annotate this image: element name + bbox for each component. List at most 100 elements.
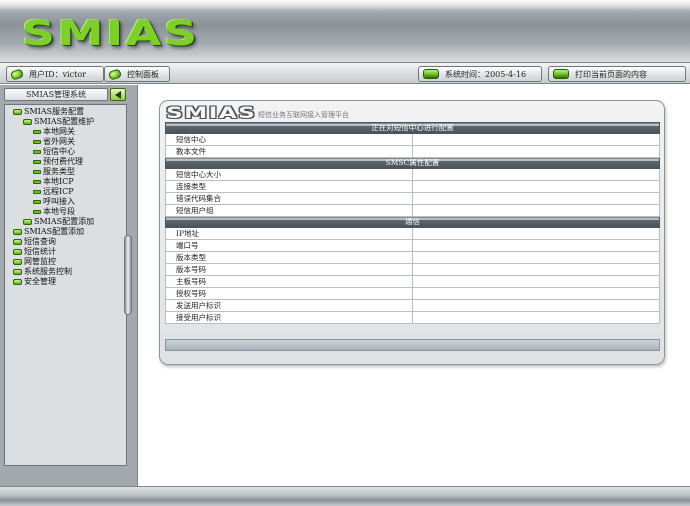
table-row: 短信中心大小 xyxy=(165,168,660,181)
field-value[interactable] xyxy=(412,145,660,158)
arrow-left-icon xyxy=(115,90,121,99)
section-header: 通信 xyxy=(165,216,660,228)
plus-icon xyxy=(13,279,22,285)
section-title: 通信 xyxy=(165,216,660,228)
plus-icon xyxy=(13,249,22,255)
table-row: 教本文件 xyxy=(165,145,660,158)
field-value[interactable] xyxy=(412,227,660,240)
table-row: 端口号 xyxy=(165,239,660,252)
plus-icon xyxy=(13,239,22,245)
tree-item-label: 远程ICP xyxy=(43,187,74,196)
control-panel-label: 控制面板 xyxy=(127,69,159,79)
tree-item[interactable]: 安全管理 xyxy=(13,277,56,287)
plus-icon xyxy=(13,259,22,265)
control-panel-icon xyxy=(107,67,123,81)
field-label: 短信用户组 xyxy=(165,204,413,217)
tree-item[interactable]: 服务类型 xyxy=(33,167,75,177)
table-row: 短信用户组 xyxy=(165,204,660,217)
leaf-icon xyxy=(33,190,41,194)
table-row: 连接类型 xyxy=(165,180,660,193)
plus-icon xyxy=(13,269,22,275)
leaf-icon xyxy=(33,180,41,184)
sidebar-scrollbar[interactable] xyxy=(124,235,132,315)
tree-item[interactable]: SMIAS配置维护 xyxy=(23,117,94,127)
system-time-display: 系统时间：2005-4-16 xyxy=(418,66,542,82)
table-row: 短信中心 xyxy=(165,133,660,146)
main-content: SMIAS 短信业务互联网接入管理平台 正在对短信中心进行配置 短信中心 教本文件 S… xyxy=(139,85,690,486)
table-row: 主板号码 xyxy=(165,275,660,288)
field-value[interactable] xyxy=(412,133,660,146)
field-label: 教本文件 xyxy=(165,145,413,158)
folder-icon xyxy=(23,119,32,125)
table-row: 授权号码 xyxy=(165,287,660,300)
panel-logo: SMIAS xyxy=(166,103,257,122)
table-row: 版本号码 xyxy=(165,263,660,276)
folder-icon xyxy=(23,219,32,225)
bottom-bar xyxy=(0,486,690,506)
sidebar-title: SMIAS管理系统 xyxy=(4,88,108,101)
field-value[interactable] xyxy=(412,204,660,217)
field-value[interactable] xyxy=(412,192,660,205)
clock-icon xyxy=(423,69,439,79)
tree-item[interactable]: 本地网关 xyxy=(33,127,75,137)
field-value[interactable] xyxy=(412,239,660,252)
tree-item-label: SMIAS配置维护 xyxy=(34,117,95,126)
tree-item[interactable]: 本地ICP xyxy=(33,177,74,187)
user-id-display: 用户ID：victor xyxy=(6,66,104,82)
tree-item-label: 本地号段 xyxy=(43,207,75,216)
tree-item[interactable]: 远程ICP xyxy=(33,187,74,197)
tree-item[interactable]: SMIAS配置添加 xyxy=(23,217,94,227)
field-label: 短信中心 xyxy=(165,133,413,146)
tree-item-label: 系统服务控制 xyxy=(24,267,72,276)
tree-item[interactable]: 网管监控 xyxy=(13,257,56,267)
field-value[interactable] xyxy=(412,299,660,312)
top-banner: SMIAS xyxy=(0,0,690,62)
table-row: IP地址 xyxy=(165,227,660,240)
control-panel-button[interactable]: 控制面板 xyxy=(104,66,170,82)
tree-item[interactable]: 短信统计 xyxy=(13,247,56,257)
panel-footer xyxy=(165,339,660,351)
field-value[interactable] xyxy=(412,311,660,324)
tree-item-label: 短信统计 xyxy=(24,247,56,256)
tree-item[interactable]: 呼叫接入 xyxy=(33,197,75,207)
tree-item[interactable]: 预付费代理 xyxy=(33,157,83,167)
tree-item-label: SMIAS服务配置 xyxy=(24,107,85,116)
tree-item[interactable]: 短信查询 xyxy=(13,237,56,247)
field-label: 版本类型 xyxy=(165,251,413,264)
sidebar-collapse-button[interactable] xyxy=(110,88,126,101)
tree-item-label: 服务类型 xyxy=(43,167,75,176)
leaf-icon xyxy=(33,170,41,174)
info-bar: 用户ID：victor 控制面板 系统时间：2005-4-16 打印当前页面的内… xyxy=(0,62,690,84)
tree-item[interactable]: SMIAS服务配置 xyxy=(13,107,84,117)
field-value[interactable] xyxy=(412,168,660,181)
leaf-icon xyxy=(33,160,41,164)
field-value[interactable] xyxy=(412,263,660,276)
plus-icon xyxy=(13,229,22,235)
field-label: 接受用户标识 xyxy=(165,311,413,324)
field-value[interactable] xyxy=(412,287,660,300)
app-logo: SMIAS xyxy=(22,14,200,54)
leaf-icon xyxy=(33,150,41,154)
print-label: 打印当前页面的内容 xyxy=(575,69,647,79)
tree-item[interactable]: 短信中心 xyxy=(33,147,75,157)
tree-item[interactable]: 系统服务控制 xyxy=(13,267,72,277)
sidebar: SMIAS管理系统 SMIAS服务配置 SMIAS配置维护 本地网关 省外网关 短信中心… xyxy=(0,85,138,486)
tree-item[interactable]: 省外网关 xyxy=(33,137,75,147)
table-row: 接受用户标识 xyxy=(165,311,660,324)
leaf-icon xyxy=(33,210,41,214)
field-label: 连接类型 xyxy=(165,180,413,193)
leaf-icon xyxy=(33,200,41,204)
field-label: 错误代码集合 xyxy=(165,192,413,205)
tree-item-label: 本地ICP xyxy=(43,177,74,186)
field-value[interactable] xyxy=(412,275,660,288)
user-id-label: 用户ID：victor xyxy=(29,69,86,79)
tree-item[interactable]: 本地号段 xyxy=(33,207,75,217)
nav-tree: SMIAS服务配置 SMIAS配置维护 本地网关 省外网关 短信中心 预付费代理 服务类型本… xyxy=(4,104,127,466)
section-header: 正在对短信中心进行配置 xyxy=(165,122,660,134)
print-button[interactable]: 打印当前页面的内容 xyxy=(548,66,686,82)
field-value[interactable] xyxy=(412,180,660,193)
field-value[interactable] xyxy=(412,251,660,264)
leaf-icon xyxy=(33,140,41,144)
tree-item-label: 短信中心 xyxy=(43,147,75,156)
tree-item[interactable]: SMIAS配置添加 xyxy=(13,227,84,237)
